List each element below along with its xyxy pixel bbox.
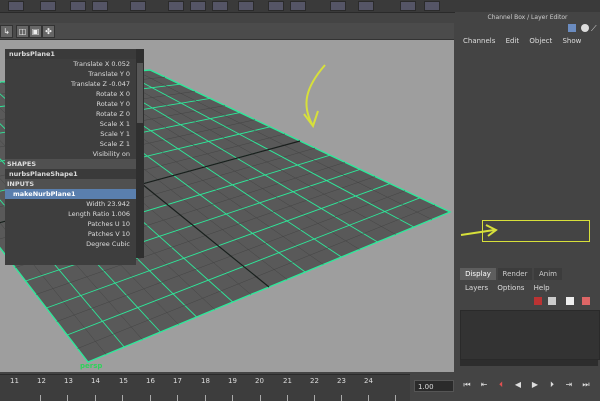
input-node-name[interactable]: makeNurbPlane1 <box>5 189 136 199</box>
layer-tools <box>534 297 594 306</box>
attr-patches-v[interactable]: Patches V 10 <box>5 229 136 239</box>
attr-rotate-y[interactable]: Rotate Y 0 <box>5 99 136 109</box>
toolbar-button[interactable] <box>8 1 24 11</box>
timeline-tick: 16 <box>146 377 155 385</box>
pin-icon[interactable]: ⟋ <box>591 24 598 33</box>
timeline-tick: 24 <box>364 377 373 385</box>
layer-editor-toggle-icon[interactable] <box>568 24 576 32</box>
toolbar-button[interactable] <box>238 1 254 11</box>
tab-display[interactable]: Display <box>460 268 496 280</box>
play-forwards-icon[interactable]: ▶ <box>528 378 542 392</box>
step-forward-frame-icon[interactable]: ⏵ <box>545 378 559 392</box>
timeline-tick: 11 <box>10 377 19 385</box>
add-to-layer-icon[interactable] <box>582 297 590 305</box>
attr-scale-y[interactable]: Scale Y 1 <box>5 129 136 139</box>
attr-width[interactable]: Width 23.942 <box>5 199 136 209</box>
annotation-arrowhead-icon <box>303 110 319 129</box>
menu-options[interactable]: Options <box>497 284 524 292</box>
attr-rotate-x[interactable]: Rotate X 0 <box>5 89 136 99</box>
timeline-tick: 12 <box>37 377 46 385</box>
toolbar-button[interactable] <box>70 1 86 11</box>
layer-editor-menu: Layers Options Help <box>458 284 600 294</box>
toolbar-button[interactable] <box>268 1 284 11</box>
panel-title: Channel Box / Layer Editor <box>487 14 568 21</box>
current-time-field[interactable]: 1.00 <box>414 380 454 392</box>
menu-object[interactable]: Object <box>529 37 552 45</box>
menu-show[interactable]: Show <box>562 37 581 45</box>
tab-anim[interactable]: Anim <box>534 268 562 280</box>
timeline-tick: 17 <box>173 377 182 385</box>
play-backwards-icon[interactable]: ◀ <box>511 378 525 392</box>
playback-controls: ⏮ ⇤ ⏴ ◀ ▶ ⏵ ⇥ ⏭ <box>460 378 600 396</box>
timeline-tick: 15 <box>119 377 128 385</box>
transform-node-name[interactable]: nurbsPlane1 <box>5 49 136 59</box>
timeline-tick: 20 <box>255 377 264 385</box>
step-forward-key-icon[interactable]: ⇥ <box>562 378 576 392</box>
toolbar-button[interactable] <box>424 1 440 11</box>
isolate-select-icon[interactable]: ✤ <box>42 25 55 38</box>
toolbar-button[interactable] <box>40 1 56 11</box>
timeline-tick: 22 <box>310 377 319 385</box>
annotation-pointer-arrow-icon <box>460 224 498 237</box>
shapes-section-header: SHAPES <box>5 159 136 169</box>
scrollbar-thumb[interactable] <box>137 63 143 123</box>
attr-translate-x[interactable]: Translate X 0.052 <box>5 59 136 69</box>
channel-box-toggle-icon[interactable] <box>581 24 589 32</box>
channel-box-scrollbar[interactable] <box>136 49 144 258</box>
menu-help[interactable]: Help <box>534 284 550 292</box>
attr-translate-z[interactable]: Translate Z -0.047 <box>5 79 136 89</box>
step-back-key-icon[interactable]: ⇤ <box>477 378 491 392</box>
viewport-toolbar: ↳ ◫ ▣ ✤ <box>0 23 454 40</box>
timeline-tick: 18 <box>201 377 210 385</box>
new-layer-selected-icon[interactable] <box>534 297 542 305</box>
tab-render[interactable]: Render <box>498 268 532 280</box>
attr-visibility[interactable]: Visibility on <box>5 149 136 159</box>
attr-length-ratio[interactable]: Length Ratio 1.006 <box>5 209 136 219</box>
layer-list[interactable] <box>460 310 600 360</box>
timeline-tick: 21 <box>283 377 292 385</box>
timeline-tick: 23 <box>337 377 346 385</box>
toolbar-button[interactable] <box>330 1 346 11</box>
time-slider[interactable]: 11 12 13 14 15 16 17 18 19 20 21 22 23 2… <box>0 374 410 401</box>
toolbar-button[interactable] <box>92 1 108 11</box>
toolbar-button[interactable] <box>168 1 184 11</box>
new-layer-icon[interactable] <box>548 297 556 305</box>
timeline-tick: 14 <box>91 377 100 385</box>
camera-label: persp <box>80 362 103 370</box>
attr-patches-u[interactable]: Patches U 10 <box>5 219 136 229</box>
layer-list-scrollbar[interactable] <box>460 360 598 366</box>
menu-layers[interactable]: Layers <box>465 284 488 292</box>
toolbar-button[interactable] <box>290 1 306 11</box>
smooth-shade-icon[interactable]: ▣ <box>29 25 42 38</box>
new-empty-layer-icon[interactable] <box>566 297 574 305</box>
timeline-tick: 13 <box>64 377 73 385</box>
layer-editor-tabs: Display Render Anim <box>458 268 600 280</box>
toolbar-button[interactable] <box>212 1 228 11</box>
inputs-section-header: INPUTS <box>5 179 136 189</box>
toolbar-button[interactable] <box>190 1 206 11</box>
toolbar-button[interactable] <box>400 1 416 11</box>
attr-degree[interactable]: Degree Cubic <box>5 239 136 249</box>
attr-translate-y[interactable]: Translate Y 0 <box>5 69 136 79</box>
channel-list: nurbsPlane1 Translate X 0.052 Translate … <box>5 49 136 265</box>
frame-selected-icon[interactable]: ↳ <box>0 25 13 38</box>
wireframe-cube-icon[interactable]: ◫ <box>16 25 29 38</box>
attr-scale-z[interactable]: Scale Z 1 <box>5 139 136 149</box>
go-to-end-icon[interactable]: ⏭ <box>579 378 593 392</box>
channel-box-menu: Channels Edit Object Show <box>455 37 600 51</box>
timeline-tick: 19 <box>228 377 237 385</box>
menu-edit[interactable]: Edit <box>506 37 520 45</box>
step-back-frame-icon[interactable]: ⏴ <box>494 378 508 392</box>
attr-scale-x[interactable]: Scale X 1 <box>5 119 136 129</box>
go-to-start-icon[interactable]: ⏮ <box>460 378 474 392</box>
attr-rotate-z[interactable]: Rotate Z 0 <box>5 109 136 119</box>
toolbar-button[interactable] <box>130 1 146 11</box>
menu-channels[interactable]: Channels <box>463 37 495 45</box>
toolbar-button[interactable] <box>358 1 374 11</box>
shape-node-name[interactable]: nurbsPlaneShape1 <box>5 169 136 179</box>
